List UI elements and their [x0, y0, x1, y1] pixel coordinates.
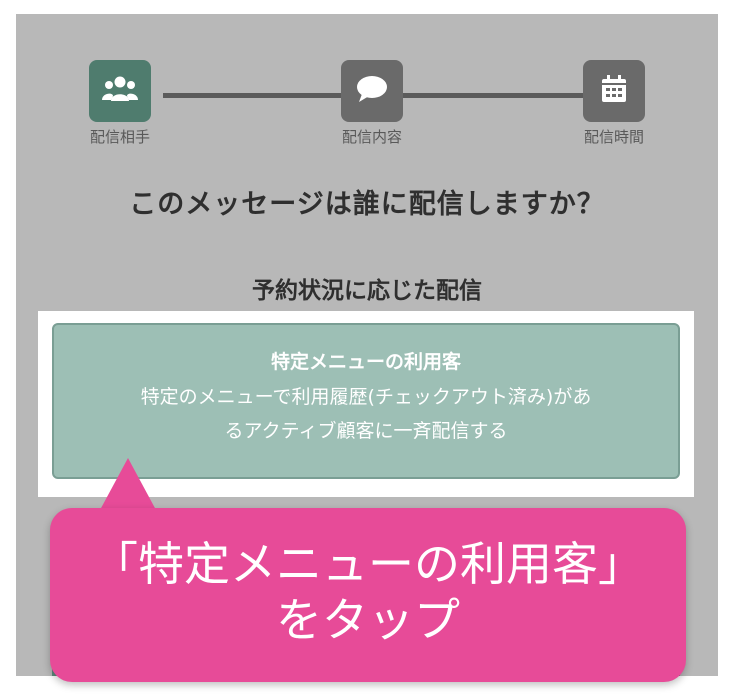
- instruction-callout: 「特定メニューの利用客」 をタップ: [50, 508, 686, 682]
- option-description-line: るアクティブ顧客に一斉配信する: [224, 420, 508, 442]
- callout-line: をタップ: [276, 594, 460, 646]
- section-title: 予約状況に応じた配信: [252, 278, 482, 304]
- step-recipients[interactable]: [89, 60, 151, 122]
- calendar-icon: [600, 74, 628, 108]
- callout-pointer: [100, 458, 156, 510]
- page-question: このメッセージは誰に配信しますか？: [129, 189, 605, 220]
- option-title: 特定メニューの利用客: [270, 351, 461, 373]
- users-icon: [102, 74, 138, 108]
- step-label-recipients: 配信相手: [89, 128, 150, 146]
- option-description: 特定のメニューで利用履歴(チェックアウト済み)があ るアクティブ顧客に一斉配信す…: [72, 380, 660, 448]
- option-specific-menu-customers[interactable]: 特定メニューの利用客 特定のメニューで利用履歴(チェックアウト済み)があ るアク…: [52, 323, 680, 479]
- step-content[interactable]: [341, 60, 403, 122]
- callout-line: 「特定メニューの利用客」: [92, 538, 644, 590]
- step-connector: [163, 93, 343, 98]
- step-label-schedule: 配信時間: [583, 128, 644, 146]
- step-progress: 配信相手 配信内容 配信時間: [16, 14, 718, 154]
- step-schedule[interactable]: [583, 60, 645, 122]
- step-label-content: 配信内容: [341, 128, 402, 146]
- step-connector: [403, 93, 585, 98]
- option-description-line: 特定のメニューで利用履歴(チェックアウト済み)があ: [140, 386, 592, 408]
- chat-bubble-icon: [355, 74, 389, 108]
